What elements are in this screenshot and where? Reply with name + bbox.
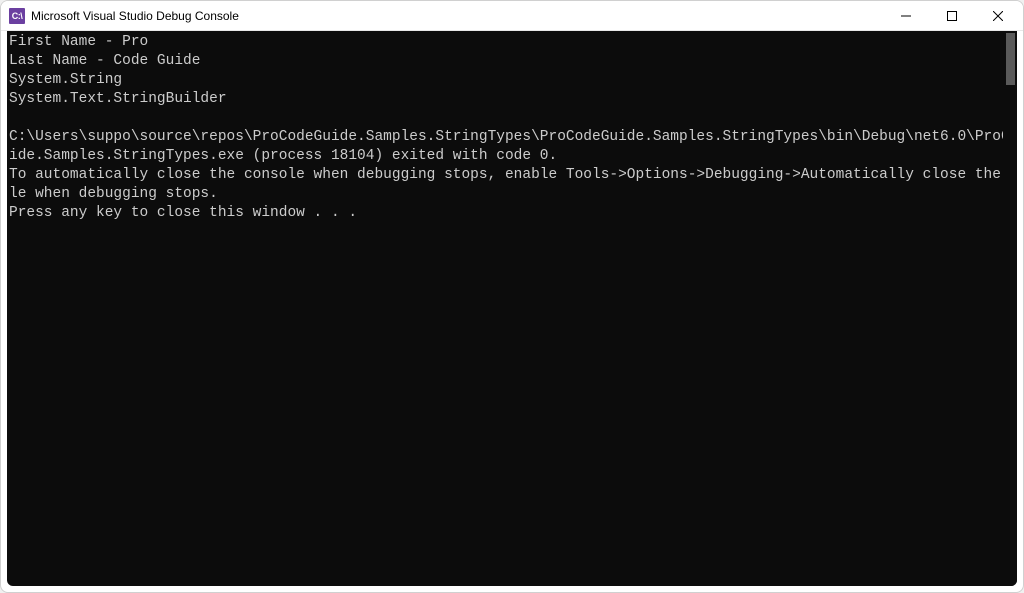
console-output: First Name - Pro Last Name - Code Guide … <box>7 31 1017 223</box>
minimize-icon <box>901 11 911 21</box>
window-controls <box>883 1 1021 30</box>
window-title: Microsoft Visual Studio Debug Console <box>31 9 883 23</box>
console-area[interactable]: First Name - Pro Last Name - Code Guide … <box>7 31 1017 586</box>
maximize-icon <box>947 11 957 21</box>
close-button[interactable] <box>975 1 1021 31</box>
minimize-button[interactable] <box>883 1 929 31</box>
maximize-button[interactable] <box>929 1 975 31</box>
console-line: le when debugging stops. <box>9 186 218 202</box>
console-line: To automatically close the console when … <box>9 167 1017 183</box>
scrollbar-thumb[interactable] <box>1006 33 1015 85</box>
scrollbar-track[interactable] <box>1003 31 1017 586</box>
console-line: System.String <box>9 72 122 88</box>
console-line: ide.Samples.StringTypes.exe (process 181… <box>9 148 557 164</box>
console-line: System.Text.StringBuilder <box>9 91 227 107</box>
app-icon: C:\ <box>9 8 25 24</box>
console-line: Last Name - Code Guide <box>9 53 200 69</box>
console-line: Press any key to close this window . . . <box>9 205 357 221</box>
console-line: C:\Users\suppo\source\repos\ProCodeGuide… <box>9 129 1017 145</box>
title-bar[interactable]: C:\ Microsoft Visual Studio Debug Consol… <box>1 1 1023 31</box>
close-icon <box>993 11 1003 21</box>
window-frame: C:\ Microsoft Visual Studio Debug Consol… <box>0 0 1024 593</box>
console-line: First Name - Pro <box>9 34 148 50</box>
